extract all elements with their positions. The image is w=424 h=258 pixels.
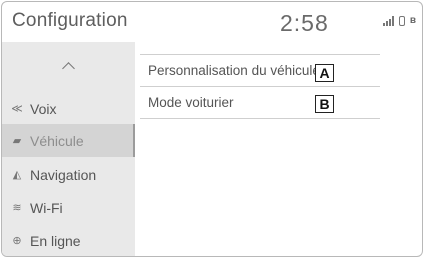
chevron-up-icon <box>62 62 75 75</box>
list-item-label: Mode voiturier <box>148 95 234 110</box>
sidebar-item-label: Navigation <box>30 166 97 183</box>
sidebar-item-vehicule[interactable]: ▰ Véhicule <box>2 124 135 157</box>
signal-bars-icon <box>382 16 394 26</box>
sidebar-item-en-ligne[interactable]: ⊕ En ligne <box>2 224 135 256</box>
scroll-up-button[interactable] <box>2 42 135 92</box>
sidebar-item-label: En ligne <box>30 232 81 249</box>
bluetooth-icon: ʙ <box>409 15 416 26</box>
header: Configuration 2:58 ʙ <box>2 2 422 42</box>
settings-screen: Configuration 2:58 ʙ ≪ Voix ▰ Véhicule ◭… <box>1 1 423 257</box>
callout-b: B <box>315 95 334 113</box>
navigation-icon: ◭ <box>12 169 22 181</box>
sidebar-item-label: Véhicule <box>30 132 84 149</box>
page-title: Configuration <box>12 10 128 31</box>
callout-a: A <box>315 64 334 82</box>
globe-icon: ⊕ <box>12 235 22 247</box>
clock: 2:58 <box>280 10 329 36</box>
phone-icon <box>398 16 405 26</box>
voice-icon: ≪ <box>11 103 23 115</box>
status-bar: ʙ <box>382 15 416 26</box>
list-item-mode-voiturier[interactable]: Mode voiturier <box>140 87 380 119</box>
car-icon: ▰ <box>12 135 22 147</box>
sidebar-item-voix[interactable]: ≪ Voix <box>2 92 135 125</box>
list-item-personnalisation[interactable]: Personnalisation du véhicule <box>140 55 380 87</box>
list-item-label: Personnalisation du véhicule <box>148 63 320 78</box>
sidebar-item-label: Wi-Fi <box>30 199 63 216</box>
sidebar-item-navigation[interactable]: ◭ Navigation <box>2 158 135 191</box>
sidebar: ≪ Voix ▰ Véhicule ◭ Navigation ≋ Wi-Fi ⊕… <box>2 42 135 256</box>
sidebar-item-label: Voix <box>30 100 57 117</box>
wifi-icon: ≋ <box>12 202 22 214</box>
sidebar-item-wifi[interactable]: ≋ Wi-Fi <box>2 191 135 224</box>
settings-list: Personnalisation du véhicule A Mode voit… <box>140 42 422 256</box>
